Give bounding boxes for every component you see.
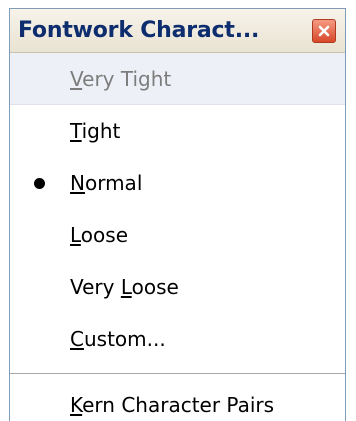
menu-item-custom[interactable]: Custom... [10, 313, 345, 365]
menu-item-label: Normal [70, 171, 143, 195]
menu-item-loose[interactable]: Loose [10, 209, 345, 261]
menu-item-label: Very Tight [70, 67, 172, 91]
menu-item-label: Loose [70, 223, 128, 247]
menu-separator [10, 373, 345, 375]
menu-item-label: Very Loose [70, 275, 179, 299]
menu-item-very-loose[interactable]: Very Loose [10, 261, 345, 313]
menu-item-label: Tight [70, 119, 121, 143]
panel-title: Fontwork Charact... [18, 18, 260, 43]
menu-item-label: Kern Character Pairs [70, 393, 275, 417]
title-bar[interactable]: Fontwork Charact... [10, 9, 345, 53]
fontwork-character-spacing-panel: Fontwork Charact... Very Tight Tight Nor… [9, 8, 346, 421]
menu-item-label: Custom... [70, 327, 166, 351]
menu-item-kern-character-pairs[interactable]: Kern Character Pairs [10, 379, 345, 421]
menu-item-tight[interactable]: Tight [10, 105, 345, 157]
close-button[interactable] [312, 19, 336, 43]
close-icon [318, 25, 330, 37]
menu-item-very-tight[interactable]: Very Tight [10, 53, 345, 105]
menu-item-normal[interactable]: Normal [10, 157, 345, 209]
bullet-icon [34, 178, 45, 189]
spacing-menu: Very Tight Tight Normal Loose Very Loose… [10, 53, 345, 421]
